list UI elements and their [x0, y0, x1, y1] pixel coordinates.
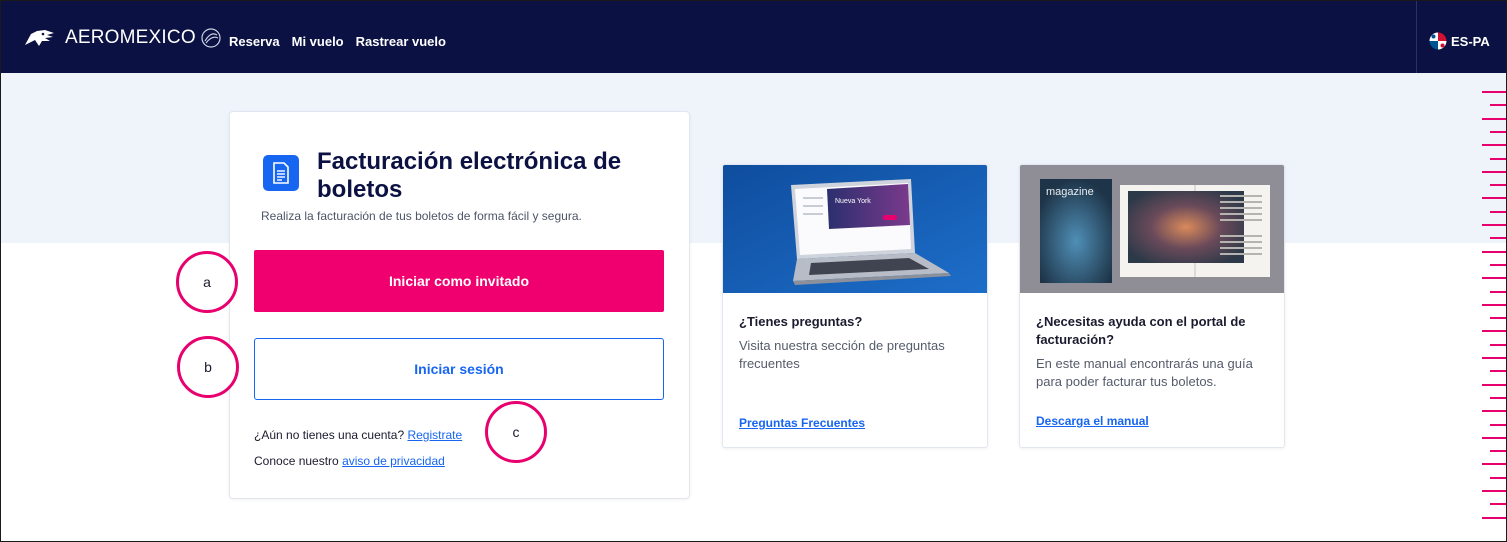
ruler-tick	[1490, 290, 1506, 293]
ruler-tick	[1490, 450, 1506, 453]
aeromexico-logo[interactable]: AEROMEXICO	[23, 27, 222, 49]
ruler-tick	[1490, 184, 1506, 187]
ruler-tick	[1482, 197, 1506, 200]
ruler-tick	[1482, 117, 1506, 120]
language-code: ES-PA	[1451, 33, 1490, 49]
nav-reserva[interactable]: Reserva	[229, 34, 280, 49]
guest-login-button[interactable]: Iniciar como invitado	[254, 250, 664, 312]
ruler-tick	[1482, 277, 1506, 280]
nav-mi-vuelo[interactable]: Mi vuelo	[292, 34, 344, 49]
ruler-tick	[1482, 383, 1506, 386]
manual-description: En este manual encontrarás una guía para…	[1036, 356, 1253, 389]
faq-card: Nueva York ¿Tienes preguntas? Visita nue…	[722, 164, 988, 448]
ruler-tick	[1482, 490, 1506, 492]
eagle-knight-logo-icon	[25, 30, 54, 46]
page-subtitle: Realiza la facturación de tus boletos de…	[261, 209, 582, 223]
billing-login-card: Facturación electrónica de boletos Reali…	[229, 111, 690, 499]
main-nav: Reserva Mi vuelo Rastrear vuelo	[229, 34, 446, 49]
ruler-tick	[1482, 144, 1506, 147]
faq-title: ¿Tienes preguntas?	[739, 314, 863, 329]
ruler-tick	[1482, 516, 1506, 519]
brand-name: AEROMEXICO	[65, 27, 196, 48]
ruler-tick	[1482, 250, 1506, 253]
register-line: ¿Aún no tienes una cuenta? Registrate	[254, 428, 462, 442]
ruler-tick	[1490, 396, 1506, 399]
manual-title: ¿Necesitas ayuda con el portal de factur…	[1036, 314, 1246, 347]
skyteam-badge-icon	[201, 28, 221, 48]
page-frame: AEROMEXICO Reserva Mi vuelo Rastrear vue…	[0, 0, 1507, 542]
ruler-tick	[1482, 91, 1506, 93]
ruler-tick	[1490, 370, 1506, 373]
annotation-b: b	[177, 336, 239, 398]
ruler-tick	[1490, 130, 1506, 133]
ruler-tick	[1482, 410, 1506, 413]
ruler-tick	[1490, 317, 1506, 320]
ruler-tick	[1490, 423, 1506, 426]
privacy-prompt: Conoce nuestro	[254, 454, 339, 468]
register-prompt: ¿Aún no tienes una cuenta?	[254, 428, 405, 442]
ruler-tick	[1490, 476, 1506, 479]
ruler-tick	[1482, 436, 1506, 439]
magazine-cover-title: magazine	[1046, 186, 1094, 198]
register-link[interactable]: Registrate	[407, 428, 462, 442]
magazine-illustration: magazine	[1020, 165, 1284, 293]
ruler-tick	[1490, 263, 1506, 266]
ruler-tick	[1482, 463, 1506, 466]
ruler-tick	[1490, 237, 1506, 240]
annotation-a: a	[176, 251, 238, 313]
ruler-tick	[1490, 503, 1506, 506]
annotation-c: c	[485, 401, 547, 463]
laptop-illustration: Nueva York	[723, 165, 987, 293]
ruler-tick	[1490, 104, 1506, 107]
panama-flag-icon	[1429, 32, 1447, 50]
invoice-document-icon	[263, 155, 299, 191]
manual-card: magazine ¿Necesitas ayuda con el portal …	[1019, 164, 1285, 448]
faq-link[interactable]: Preguntas Frecuentes	[739, 416, 865, 430]
ruler-tick	[1482, 357, 1506, 359]
header-divider	[1416, 1, 1417, 73]
top-navigation-bar: AEROMEXICO Reserva Mi vuelo Rastrear vue…	[1, 1, 1506, 73]
ruler-tick	[1490, 210, 1506, 213]
ruler-tick	[1482, 330, 1506, 333]
faq-description: Visita nuestra sección de preguntas frec…	[739, 338, 945, 371]
ruler-tick	[1482, 303, 1506, 306]
ruler-tick	[1490, 343, 1506, 346]
ruler-tick	[1482, 170, 1506, 173]
page-title: Facturación electrónica de boletos	[317, 148, 622, 203]
language-selector[interactable]: ES-PA	[1429, 32, 1490, 50]
nav-rastrear-vuelo[interactable]: Rastrear vuelo	[356, 34, 446, 49]
download-manual-link[interactable]: Descarga el manual	[1036, 414, 1149, 428]
privacy-line: Conoce nuestro aviso de privacidad	[254, 454, 445, 468]
laptop-screen-city: Nueva York	[835, 198, 871, 205]
ruler-tick	[1482, 224, 1506, 226]
privacy-notice-link[interactable]: aviso de privacidad	[342, 454, 445, 468]
ruler-tick	[1490, 157, 1506, 160]
scroll-ruler-decoration	[1479, 91, 1506, 541]
login-button[interactable]: Iniciar sesión	[254, 338, 664, 400]
